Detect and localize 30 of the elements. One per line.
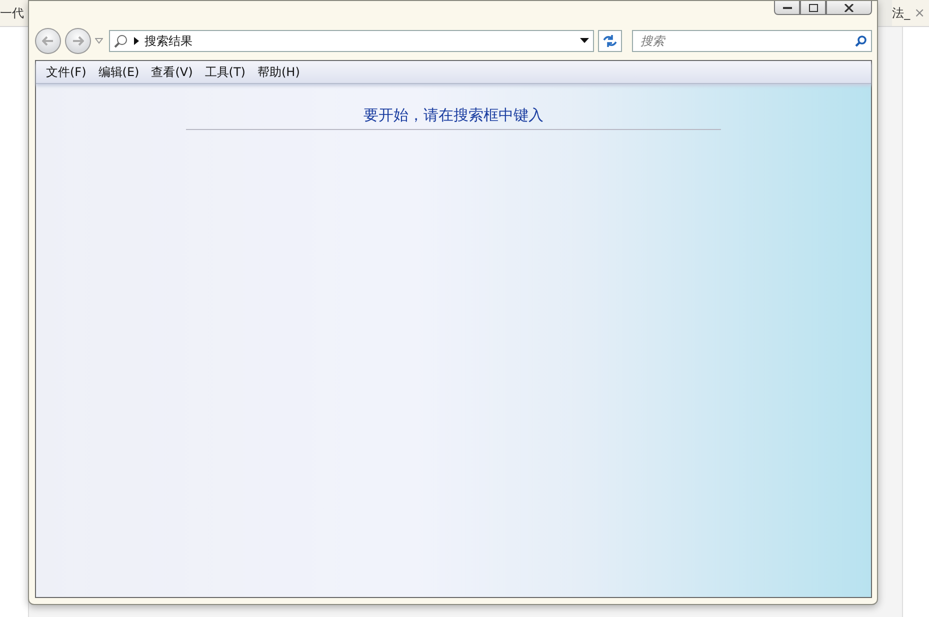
hint-message: 要开始，请在搜索框中键入 [186, 106, 721, 130]
menu-item[interactable]: 帮助(H) [252, 62, 306, 82]
tab-title: 法_ [892, 4, 910, 22]
back-button[interactable] [35, 28, 61, 54]
browser-tab[interactable]: 一代 [0, 0, 28, 26]
right-arrow-icon [72, 36, 84, 46]
address-bar[interactable]: 搜索结果 [108, 30, 594, 52]
arrow-icon [134, 37, 139, 45]
magnifier-icon [114, 34, 128, 48]
forward-button[interactable] [64, 28, 91, 54]
close-button[interactable] [826, 1, 872, 15]
refresh-icon [602, 34, 618, 48]
menu-item[interactable]: 编辑(E) [92, 62, 146, 82]
minimize-button[interactable] [774, 1, 800, 15]
address-path: 搜索结果 [144, 32, 194, 50]
close-icon [844, 4, 854, 12]
maximize-icon [808, 4, 818, 12]
search-icon[interactable] [854, 35, 867, 47]
dropdown-icon [94, 38, 103, 44]
tab-title: 一代 [0, 4, 24, 22]
menu-item[interactable]: 工具(T) [198, 62, 252, 82]
menu-item[interactable]: 文件(F) [40, 62, 92, 82]
menu-item[interactable]: 查看(V) [145, 62, 199, 82]
maximize-button[interactable] [800, 1, 826, 15]
minimize-icon [782, 6, 792, 10]
search-field[interactable]: 搜索 [632, 30, 872, 52]
dropdown-icon[interactable] [580, 38, 589, 44]
left-arrow-icon [42, 36, 54, 46]
browser-tab[interactable]: 法_ × [892, 0, 929, 26]
refresh-button[interactable] [598, 30, 622, 52]
